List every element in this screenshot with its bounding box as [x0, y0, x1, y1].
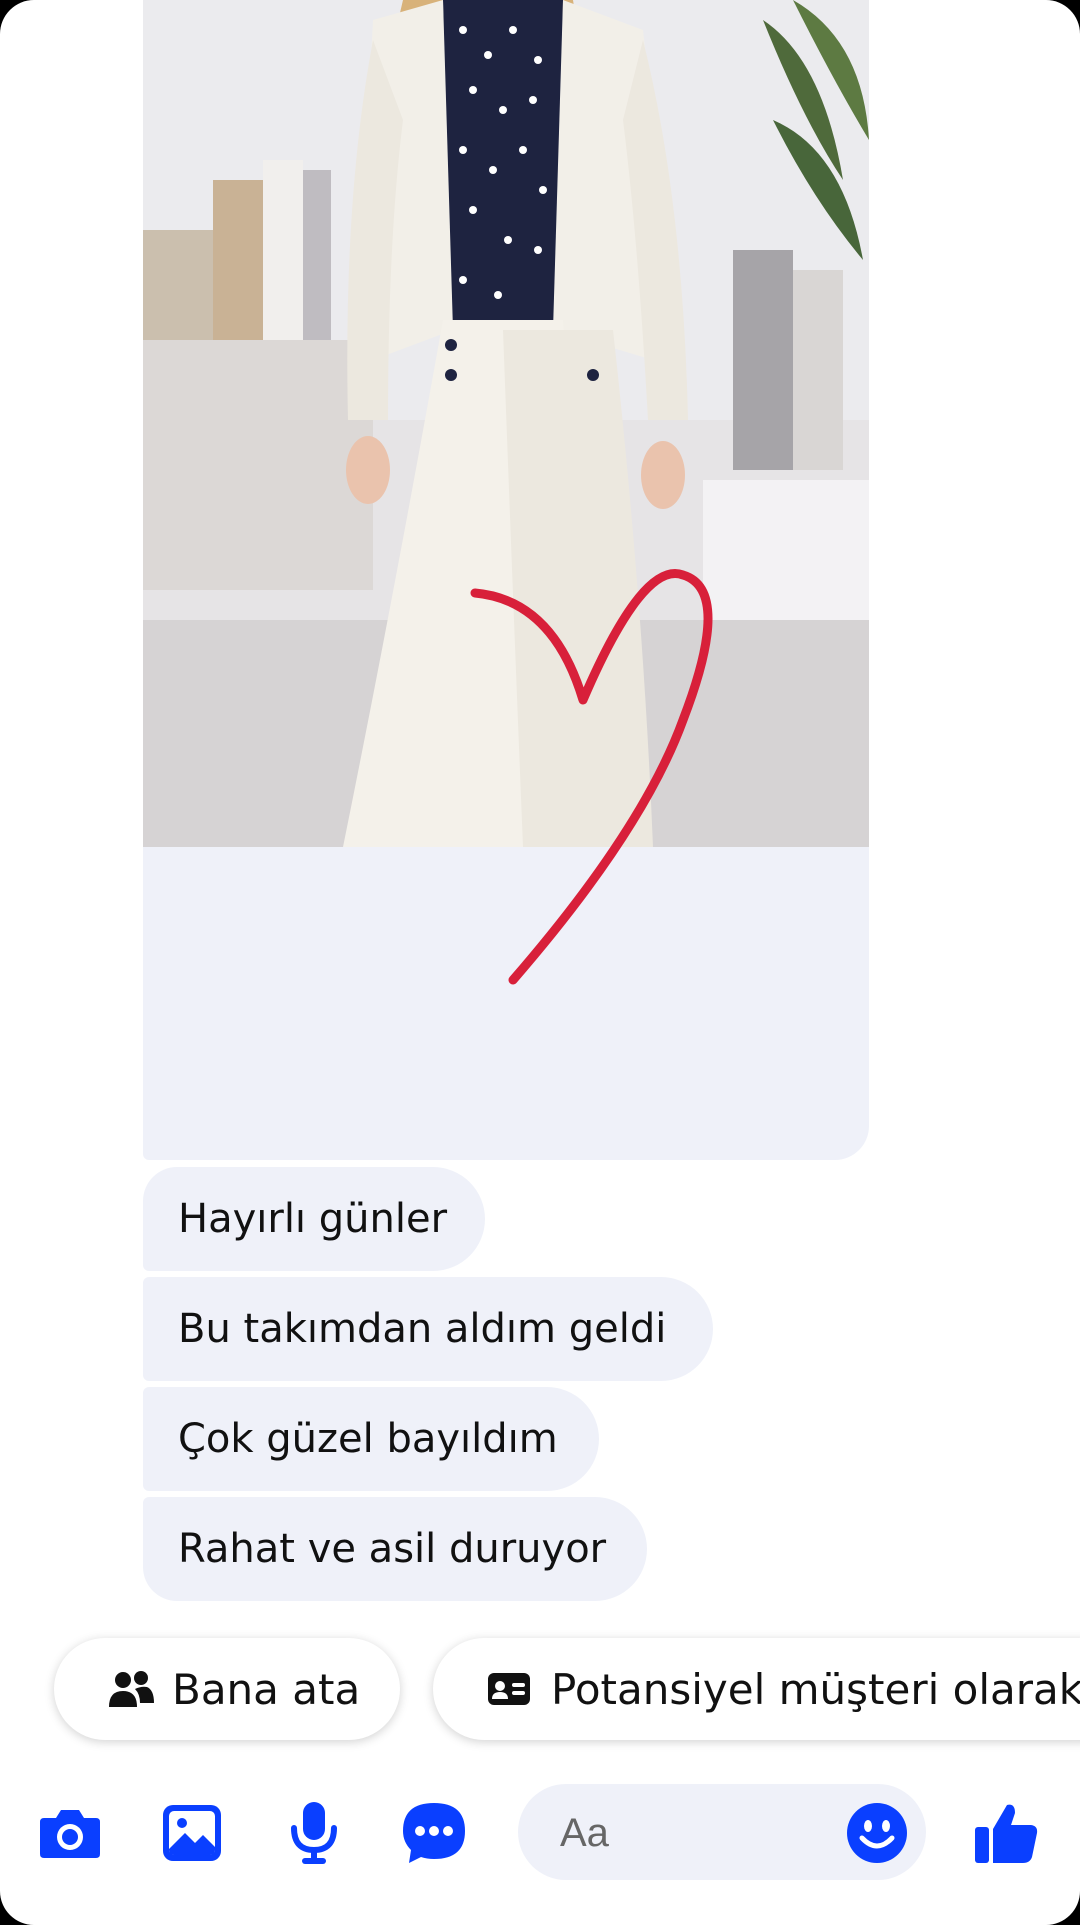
mark-as-lead-label: Potansiyel müşteri olarak	[551, 1664, 1080, 1714]
photo-attachment[interactable]	[143, 0, 869, 1160]
gallery-icon[interactable]	[156, 1797, 228, 1869]
message-text: Bu takımdan aldım geldi	[178, 1306, 667, 1352]
message-text: Hayırlı günler	[178, 1196, 448, 1242]
message-composer	[518, 1784, 926, 1882]
thumbs-up-icon[interactable]	[970, 1797, 1042, 1869]
assign-to-me-label: Bana ata	[172, 1664, 361, 1714]
message-bubble[interactable]: Hayırlı günler	[143, 1167, 485, 1271]
people-icon	[108, 1666, 154, 1712]
message-bubble[interactable]: Rahat ve asil duruyor	[143, 1497, 647, 1601]
message-bubble[interactable]: Bu takımdan aldım geldi	[143, 1277, 713, 1381]
more-icon[interactable]	[398, 1797, 470, 1869]
message-text: Çok güzel bayıldım	[178, 1416, 558, 1462]
chat-screen: Hayırlı günler Bu takımdan aldım geldi Ç…	[0, 0, 1080, 1925]
camera-icon[interactable]	[34, 1797, 106, 1869]
contact-card-icon	[487, 1666, 533, 1712]
microphone-icon[interactable]	[278, 1797, 350, 1869]
message-bubble[interactable]: Çok güzel bayıldım	[143, 1387, 599, 1491]
outfit-photo	[143, 0, 869, 847]
smiley-icon[interactable]	[846, 1802, 908, 1864]
message-text: Rahat ve asil duruyor	[178, 1526, 607, 1572]
message-input[interactable]	[558, 1784, 842, 1882]
assign-to-me-button[interactable]: Bana ata	[54, 1638, 400, 1740]
mark-as-lead-button[interactable]: Potansiyel müşteri olarak	[433, 1638, 1080, 1740]
